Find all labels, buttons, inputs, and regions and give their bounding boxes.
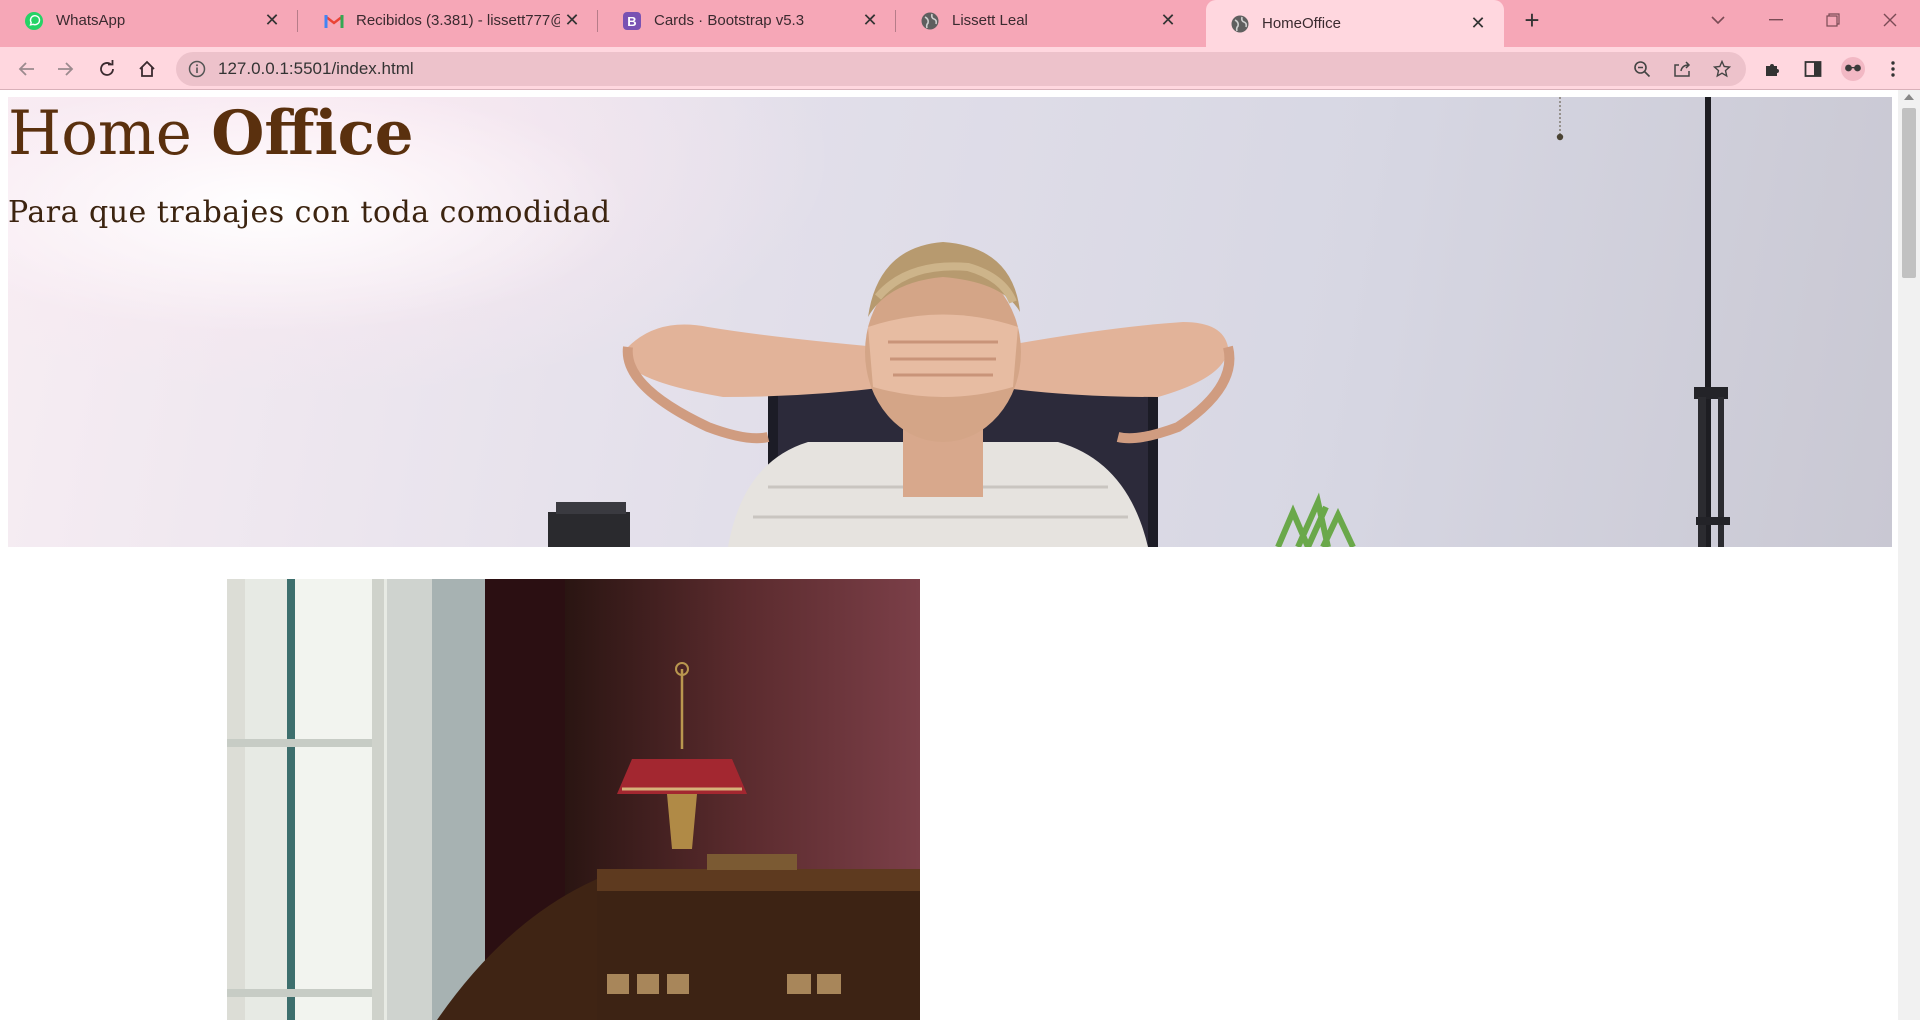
scroll-up-arrow-icon[interactable] — [1904, 94, 1914, 100]
bookmark-star-icon[interactable] — [1708, 55, 1736, 83]
url-text: 127.0.0.1:5501/index.html — [218, 59, 414, 78]
forward-arrow-icon[interactable] — [52, 55, 80, 83]
address-bar[interactable]: 127.0.0.1:5501/index.html — [176, 52, 1746, 86]
tab-gmail[interactable]: Recibidos (3.381) - lissett777@gmail.com… — [300, 0, 598, 41]
tab-lissett-leal[interactable]: Lissett Leal ✕ — [896, 0, 1194, 41]
tab-homeoffice[interactable]: HomeOffice ✕ — [1206, 0, 1504, 47]
side-panel-icon[interactable] — [1799, 55, 1827, 83]
share-icon[interactable] — [1668, 55, 1696, 83]
bootstrap-icon: B — [622, 11, 642, 31]
desk-photo — [227, 579, 920, 1020]
tab-search-icon[interactable] — [1698, 4, 1738, 36]
close-icon[interactable]: ✕ — [560, 9, 584, 33]
hero-title-light: Home — [8, 98, 192, 169]
hero-title-bold: Office — [211, 98, 414, 169]
zoom-icon[interactable] — [1628, 55, 1656, 83]
close-icon[interactable]: ✕ — [1466, 12, 1490, 36]
hero-subtitle: Para que trabajes con toda comodidad — [8, 195, 611, 230]
more-menu-icon[interactable] — [1879, 55, 1907, 83]
browser-tab-strip: WhatsApp ✕ Recibidos (3.381) - lissett77… — [0, 0, 1920, 47]
minimize-icon[interactable] — [1756, 4, 1796, 36]
tab-title: Cards · Bootstrap v5.3 — [654, 12, 805, 29]
tab-bootstrap[interactable]: B Cards · Bootstrap v5.3 ✕ — [598, 0, 896, 41]
profile-avatar-icon[interactable] — [1839, 55, 1867, 83]
new-tab-button[interactable]: + — [1518, 7, 1546, 35]
tab-title: Lissett Leal — [952, 12, 1028, 29]
close-icon[interactable]: ✕ — [260, 9, 284, 33]
page-viewport: Home Office Para que trabajes con toda c… — [0, 90, 1898, 1020]
tab-title: WhatsApp — [56, 12, 126, 29]
reload-icon[interactable] — [93, 55, 121, 83]
desk-photo-image — [227, 579, 920, 1020]
globe-icon — [920, 11, 940, 31]
gmail-icon — [324, 11, 344, 31]
browser-toolbar: 127.0.0.1:5501/index.html — [0, 47, 1920, 90]
back-arrow-icon[interactable] — [12, 55, 40, 83]
tab-title: HomeOffice — [1262, 15, 1341, 32]
close-window-icon[interactable] — [1870, 4, 1910, 36]
home-icon[interactable] — [133, 55, 161, 83]
restore-icon[interactable] — [1813, 4, 1853, 36]
extensions-puzzle-icon[interactable] — [1759, 55, 1787, 83]
hero-title: Home Office — [8, 97, 414, 171]
tab-title: Recibidos (3.381) - lissett777@gmail.com — [356, 12, 560, 29]
close-icon[interactable]: ✕ — [858, 9, 882, 33]
hero-banner: Home Office Para que trabajes con toda c… — [8, 97, 1892, 547]
tab-whatsapp[interactable]: WhatsApp ✕ — [0, 0, 298, 41]
page-scrollbar[interactable] — [1898, 90, 1920, 1020]
globe-icon — [1230, 14, 1250, 34]
svg-text:B: B — [627, 14, 636, 29]
close-icon[interactable]: ✕ — [1156, 9, 1180, 33]
scroll-thumb[interactable] — [1902, 108, 1916, 278]
site-info-icon[interactable] — [186, 58, 208, 80]
whatsapp-icon — [24, 11, 44, 31]
